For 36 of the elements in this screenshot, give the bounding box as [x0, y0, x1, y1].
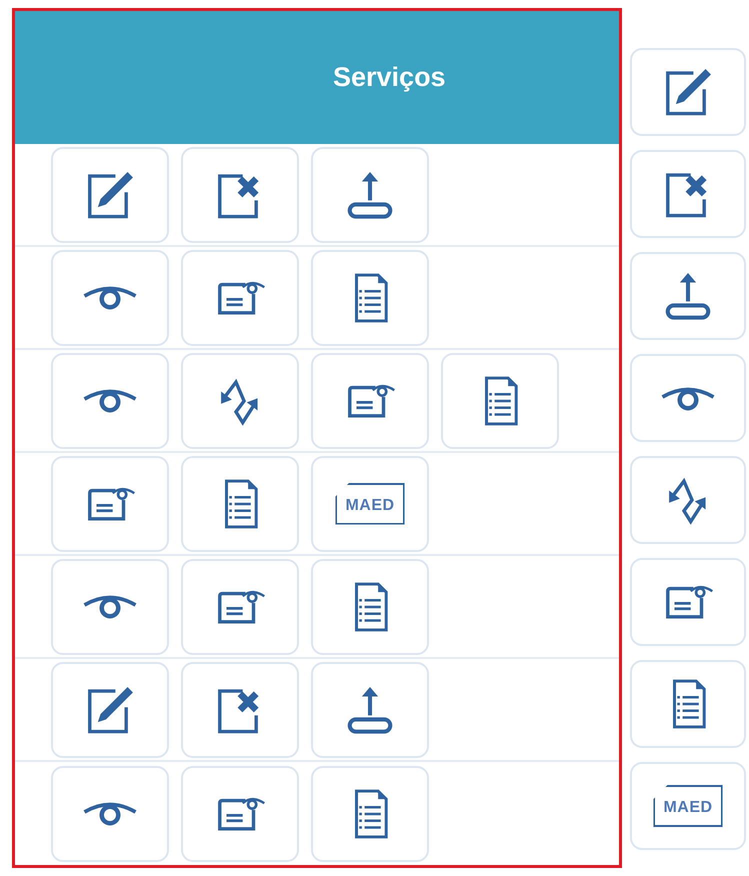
document-button[interactable] [441, 352, 559, 448]
delete-button[interactable] [181, 146, 299, 242]
upload-button[interactable] [311, 662, 429, 758]
maed-button[interactable]: MAED [311, 456, 429, 552]
workflow-button[interactable] [181, 352, 299, 448]
delete-button[interactable] [181, 662, 299, 758]
message-button[interactable] [311, 352, 429, 448]
edit-button[interactable] [630, 48, 746, 136]
workflow-button[interactable] [630, 456, 746, 544]
eye-icon [661, 384, 715, 412]
delete-button[interactable] [630, 150, 746, 238]
document-button[interactable] [630, 660, 746, 748]
upload-button[interactable] [311, 146, 429, 242]
message-button[interactable] [630, 558, 746, 646]
upload-button[interactable] [630, 252, 746, 340]
services-header: Serviços [15, 11, 619, 144]
view-button[interactable] [51, 250, 169, 346]
edit-button[interactable] [51, 146, 169, 242]
maed-button[interactable]: MAED [630, 762, 746, 850]
document-button[interactable] [311, 766, 429, 862]
message-button[interactable] [181, 250, 299, 346]
document-button[interactable] [181, 456, 299, 552]
message-button[interactable] [181, 558, 299, 654]
edit-button[interactable] [51, 662, 169, 758]
eye-icon [83, 800, 137, 827]
document-button[interactable] [311, 250, 429, 346]
view-button[interactable] [630, 354, 746, 442]
view-button[interactable] [51, 352, 169, 448]
message-button[interactable] [181, 766, 299, 862]
eye-icon [83, 387, 137, 414]
document-button[interactable] [311, 558, 429, 654]
eye-icon [83, 593, 137, 620]
eye-icon [83, 284, 137, 311]
message-button[interactable] [51, 456, 169, 552]
view-button[interactable] [51, 766, 169, 862]
view-button[interactable] [51, 558, 169, 654]
